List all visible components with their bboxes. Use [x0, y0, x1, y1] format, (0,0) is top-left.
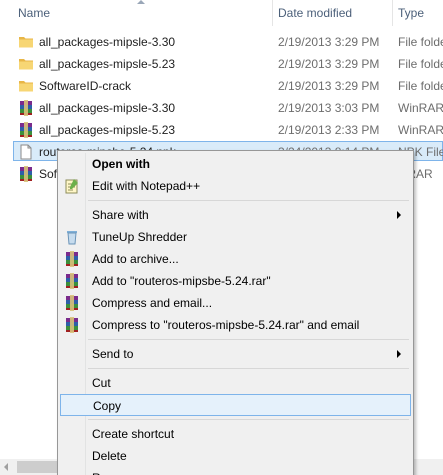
menu-item-label: Edit with Notepad++: [92, 179, 201, 193]
file-name: all_packages-mipsle-5.23: [39, 123, 176, 137]
menu-item-label: Add to "routeros-mipsbe-5.24.rar": [92, 274, 271, 288]
winrar-icon: [18, 122, 34, 138]
file-type: WinRAR: [398, 123, 443, 137]
menu-item-send-to[interactable]: Send to: [60, 343, 411, 365]
folder-icon: [18, 56, 34, 72]
menu-item-label: Add to archive...: [92, 252, 179, 266]
file-date-modified: 2/19/2013 2:33 PM: [278, 123, 380, 137]
winrar-icon: [18, 166, 34, 182]
file-row[interactable]: SoftwareID-crack 2/19/2013 3:29 PM File fo…: [0, 75, 443, 97]
menu-separator: [88, 368, 409, 369]
submenu-arrow-icon: [397, 350, 401, 358]
file-row[interactable]: all_packages-mipsle-3.30 2/19/2013 3:29 P…: [0, 31, 443, 53]
menu-item-compress-and-email[interactable]: Compress and email...: [60, 292, 411, 314]
column-header-type[interactable]: Type: [398, 0, 424, 26]
menu-item-delete[interactable]: Delete: [60, 445, 411, 467]
scroll-left-icon[interactable]: [4, 463, 8, 471]
menu-item-share-with[interactable]: Share with: [60, 204, 411, 226]
menu-item-edit-with-notepad[interactable]: Edit with Notepad++: [60, 175, 411, 197]
file-date-modified: 2/19/2013 3:29 PM: [278, 79, 380, 93]
file-type: WinRAR: [398, 101, 443, 115]
menu-item-label: TuneUp Shredder: [92, 230, 187, 244]
column-divider[interactable]: [272, 0, 273, 26]
file-explorer-window: Name Date modified Type all_packages-mip…: [0, 0, 443, 475]
menu-item-cut[interactable]: Cut: [60, 372, 411, 394]
file-name: all_packages-mipsle-3.30: [39, 35, 176, 49]
file-type: File folder: [398, 79, 443, 93]
menu-item-add-to-archive[interactable]: Add to archive...: [60, 248, 411, 270]
sort-ascending-icon: [137, 0, 145, 4]
menu-item-tuneup-shredder[interactable]: TuneUp Shredder: [60, 226, 411, 248]
winrar-icon: [64, 251, 80, 267]
file-icon: [18, 144, 34, 160]
shredder-icon: [64, 229, 80, 245]
menu-item-label: Compress to "routeros-mipsbe-5.24.rar" a…: [92, 318, 360, 332]
column-header-date-modified[interactable]: Date modified: [278, 0, 352, 26]
column-divider[interactable]: [392, 0, 393, 26]
menu-separator: [88, 339, 409, 340]
file-date-modified: 2/19/2013 3:03 PM: [278, 101, 380, 115]
file-name: all_packages-mipsle-3.30: [39, 101, 176, 115]
menu-item-label: Delete: [92, 449, 127, 463]
column-header-name[interactable]: Name: [18, 0, 50, 26]
menu-separator: [88, 200, 409, 201]
menu-item-create-shortcut[interactable]: Create shortcut: [60, 423, 411, 445]
menu-separator: [88, 419, 409, 420]
submenu-arrow-icon: [397, 211, 401, 219]
menu-item-label: Share with: [92, 208, 149, 222]
menu-item-add-to-routeros-mipsbe-5-24-rar[interactable]: Add to "routeros-mipsbe-5.24.rar": [60, 270, 411, 292]
folder-icon: [18, 34, 34, 50]
winrar-icon: [64, 295, 80, 311]
scrollbar-thumb[interactable]: [17, 461, 57, 473]
winrar-icon: [64, 273, 80, 289]
menu-item-re[interactable]: Re: [60, 467, 411, 475]
file-date-modified: 2/19/2013 3:29 PM: [278, 35, 380, 49]
file-row[interactable]: all_packages-mipsle-3.30 2/19/2013 3:03 P…: [0, 97, 443, 119]
winrar-icon: [18, 100, 34, 116]
menu-item-open-with[interactable]: Open with: [60, 153, 411, 175]
winrar-icon: [64, 317, 80, 333]
file-type: File folder: [398, 35, 443, 49]
file-name: Sof: [39, 167, 58, 181]
file-name: SoftwareID-crack: [39, 79, 132, 93]
file-row[interactable]: all_packages-mipsle-5.23 2/19/2013 2:33 P…: [0, 119, 443, 141]
file-date-modified: 2/19/2013 3:29 PM: [278, 57, 380, 71]
menu-item-label: Create shortcut: [92, 427, 175, 441]
menu-item-label: Compress and email...: [92, 296, 213, 310]
menu-item-label: Re: [92, 467, 107, 475]
menu-item-label: Send to: [92, 347, 134, 361]
file-row[interactable]: all_packages-mipsle-5.23 2/19/2013 3:29 P…: [0, 53, 443, 75]
context-menu: Open with Edit with Notepad++ Share with Tu…: [57, 150, 414, 475]
notepadpp-icon: [64, 178, 80, 194]
column-header-bar: Name Date modified Type: [0, 0, 443, 26]
file-type: File folder: [398, 57, 443, 71]
menu-item-label: Copy: [93, 399, 122, 413]
folder-icon: [18, 78, 34, 94]
menu-item-copy[interactable]: Copy: [60, 394, 411, 416]
menu-item-compress-to-routeros-mipsbe-5-24-rar-and-email[interactable]: Compress to "routeros-mipsbe-5.24.rar" a…: [60, 314, 411, 336]
menu-item-label: Cut: [92, 376, 111, 390]
file-name: all_packages-mipsle-5.23: [39, 57, 176, 71]
menu-item-label: Open with: [92, 157, 150, 171]
